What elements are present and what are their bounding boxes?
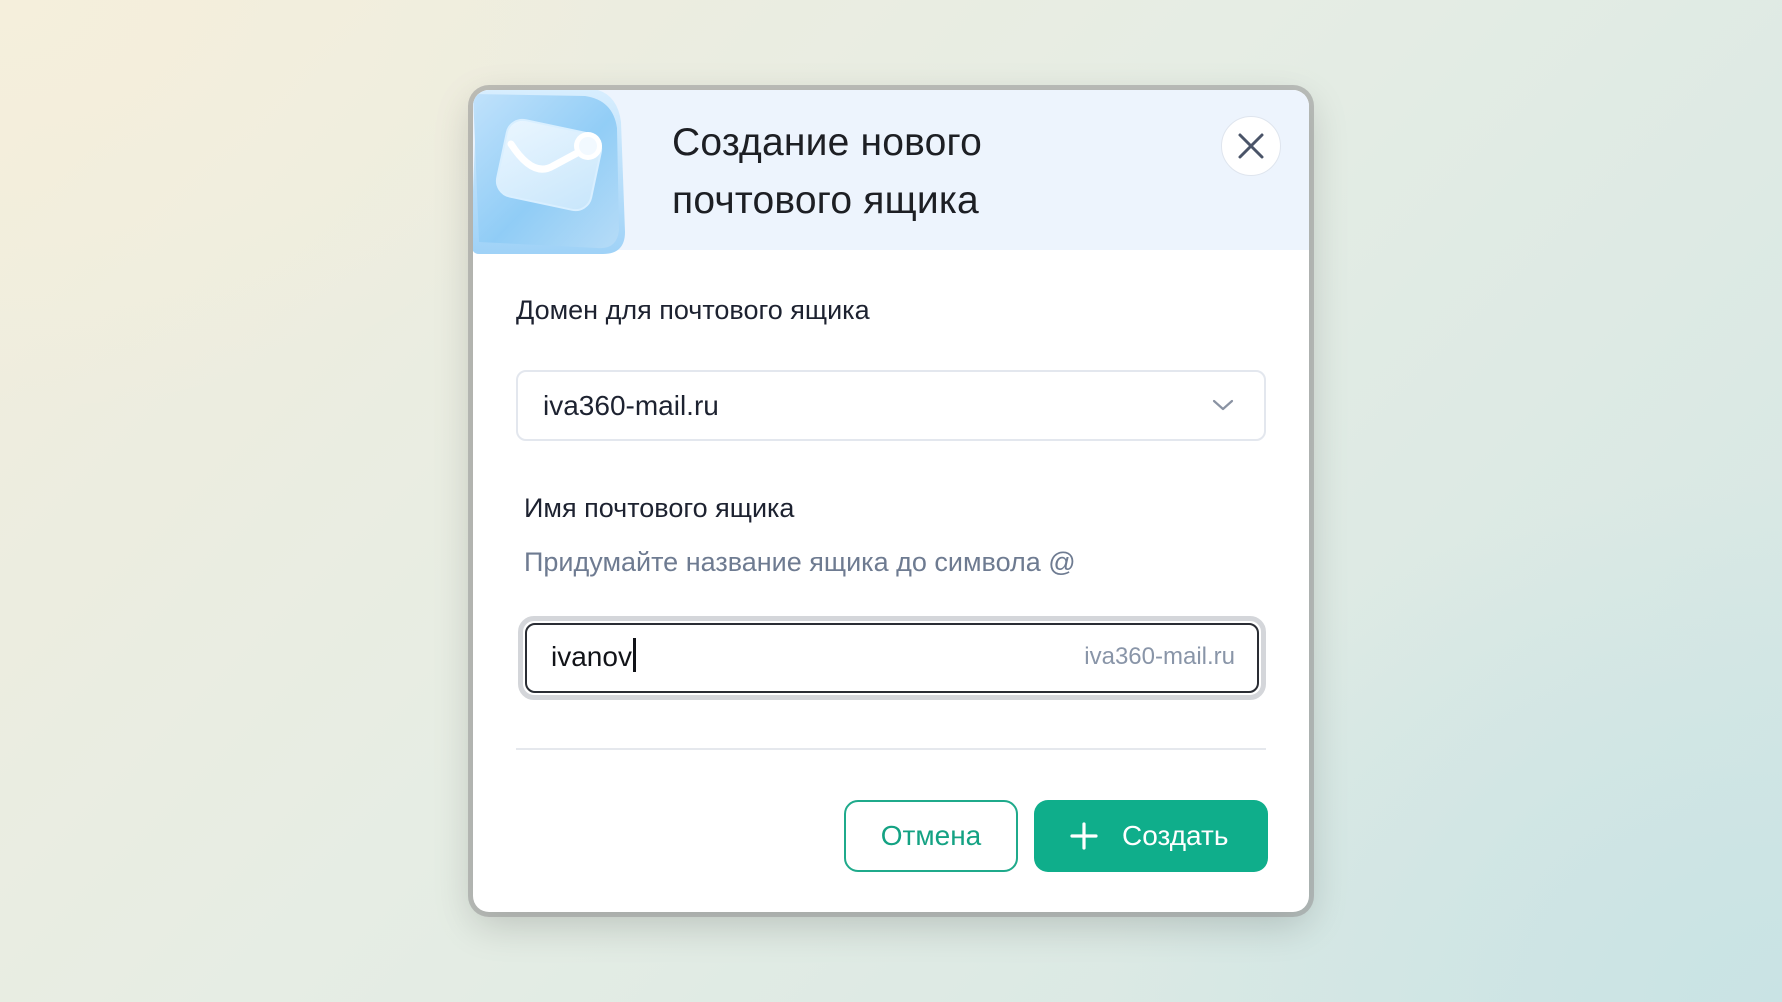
- divider: [516, 748, 1266, 750]
- mailbox-name-input[interactable]: ivanov iva360-mail.ru: [518, 616, 1266, 700]
- close-icon: [1238, 133, 1264, 159]
- mailbox-name-label: Имя почтового ящика: [524, 493, 795, 523]
- mailbox-name-value: ivanov: [551, 625, 636, 689]
- create-mailbox-dialog: Создание нового почтового ящика Домен дл…: [473, 90, 1309, 912]
- mailbox-name-text: ivanov: [551, 641, 632, 672]
- dialog-title: Создание нового почтового ящика: [672, 114, 1192, 230]
- chevron-down-icon: [1212, 399, 1234, 411]
- create-button[interactable]: Создать: [1034, 800, 1268, 872]
- mailbox-name-input-box[interactable]: ivanov iva360-mail.ru: [525, 623, 1259, 693]
- dialog-header: Создание нового почтового ящика: [473, 90, 1309, 254]
- dialog-title-line2: почтового ящика: [672, 179, 979, 222]
- mailbox-domain-suffix: iva360-mail.ru: [1084, 643, 1235, 670]
- domain-select-value: iva360-mail.ru: [543, 390, 719, 421]
- create-button-label: Создать: [1122, 820, 1229, 851]
- text-caret: [632, 638, 636, 672]
- plus-icon: [1070, 822, 1098, 850]
- mail-envelope-illustration: [473, 90, 625, 254]
- close-button[interactable]: [1221, 116, 1281, 176]
- dialog-title-line1: Создание нового: [672, 121, 982, 164]
- cancel-button[interactable]: Отмена: [844, 800, 1018, 872]
- domain-field-label: Домен для почтового ящика: [516, 295, 870, 325]
- domain-select[interactable]: iva360-mail.ru: [516, 370, 1266, 441]
- mailbox-name-hint: Придумайте название ящика до символа @: [524, 547, 1076, 577]
